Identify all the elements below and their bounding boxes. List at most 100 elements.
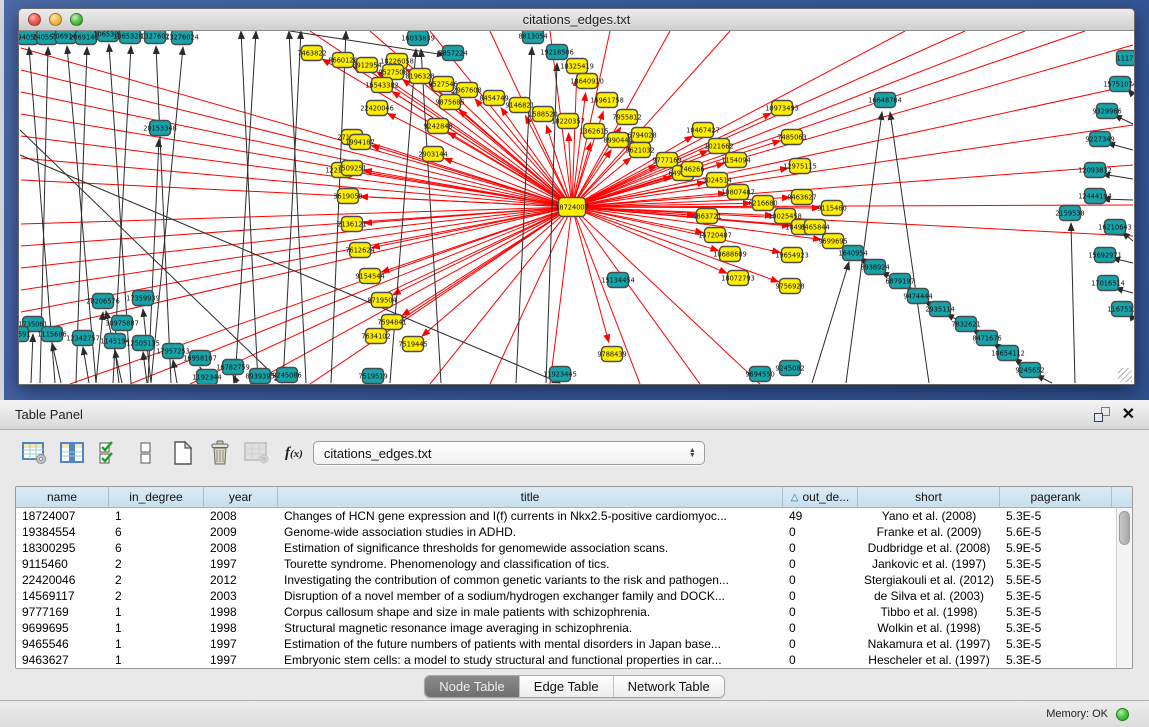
graph-node[interactable]: 7519445 [398,337,427,352]
delete-table-button[interactable] [242,438,272,468]
table-row[interactable]: 911546021997Tourette syndrome. Phenomeno… [16,556,1116,572]
graph-edge[interactable] [1071,223,1075,383]
graph-edge[interactable] [241,31,258,383]
tab-node-table[interactable]: Node Table [425,676,520,697]
table-cell[interactable]: 5.6E-5 [1000,524,1112,540]
graph-node[interactable]: 9694550 [745,367,774,382]
graph-edge[interactable] [572,207,779,282]
graph-edge[interactable] [173,360,177,383]
table-cell[interactable]: 9463627 [16,652,109,668]
table-cell[interactable]: 9777169 [16,604,109,620]
table-cell[interactable]: Disruption of a novel member of a sodium… [278,588,783,604]
column-header-out_de[interactable]: △out_de... [783,487,858,507]
graph-edge[interactable] [113,46,131,383]
graph-node[interactable]: 8471676 [972,331,1001,346]
table-cell[interactable]: 1997 [204,636,278,652]
graph-node[interactable]: 1021662 [704,139,733,154]
graph-edge[interactable] [331,31,346,383]
graph-edge[interactable] [21,207,572,224]
column-header-in_degree[interactable]: in_degree [109,487,204,507]
table-cell[interactable]: 9115460 [16,556,109,572]
table-cell[interactable]: Tourette syndrome. Phenomenology and cla… [278,556,783,572]
table-cell[interactable]: 0 [783,636,858,652]
table-cell[interactable]: 2003 [204,588,278,604]
network-canvas[interactable]: 1940551140557420691402069140610653281065… [19,31,1134,384]
graph-node[interactable]: 7857224 [438,46,467,61]
table-cell[interactable]: Nakamura et al. (1997) [858,636,1000,652]
graph-node[interactable]: 7594841 [377,315,406,330]
graph-node[interactable]: 2136121 [337,217,366,232]
graph-node[interactable]: 8912954 [352,58,381,73]
table-cell[interactable]: 49 [783,508,858,524]
show-columns-button[interactable] [57,438,87,468]
graph-node[interactable]: 12342757 [66,331,100,346]
graph-node[interactable]: 6794028 [627,128,656,143]
graph-node[interactable]: 7634102 [361,329,390,344]
graph-edge[interactable] [235,31,256,383]
table-cell[interactable]: Embryonic stem cells: a model to study s… [278,652,783,668]
graph-node[interactable]: 7612624 [345,243,374,258]
table-row[interactable]: 1456911722003Disruption of a novel membe… [16,588,1116,604]
table-cell[interactable]: 0 [783,572,858,588]
graph-node[interactable]: 9474444 [903,289,932,304]
tab-edge-table[interactable]: Edge Table [520,676,614,697]
graph-node[interactable]: 9621032 [625,143,654,158]
graph-node[interactable]: 15720407 [698,228,732,243]
table-cell[interactable]: 5.3E-5 [1000,588,1112,604]
float-panel-icon[interactable] [1094,407,1110,422]
table-cell[interactable]: Hescheler et al. (1997) [858,652,1000,668]
table-cell[interactable]: 2009 [204,524,278,540]
graph-node[interactable]: 9699695 [818,234,847,249]
table-cell[interactable]: 1997 [204,556,278,572]
table-cell[interactable]: 1 [109,604,204,620]
tab-network-table[interactable]: Network Table [614,676,724,697]
graph-node[interactable]: 1167533 [1107,302,1134,317]
table-mode-button[interactable] [20,438,50,468]
graph-node[interactable]: 9756928 [775,279,804,294]
graph-edge[interactable] [572,85,1133,207]
graph-edge[interactable] [20,155,560,383]
graph-node[interactable]: 15134454 [601,273,635,288]
graph-node[interactable]: 1154094 [721,153,750,168]
graph-node[interactable]: 22420046 [360,101,394,116]
table-cell[interactable]: 0 [783,556,858,572]
table-row[interactable]: 1830029562008Estimation of significance … [16,540,1116,556]
table-cell[interactable]: 9465546 [16,636,109,652]
table-cell[interactable]: Dudbridge et al. (2008) [858,540,1000,556]
graph-node[interactable]: 8454749 [479,91,508,106]
table-cell[interactable]: Changes of HCN gene expression and I(f) … [278,508,783,524]
column-header-name[interactable]: name [16,487,109,507]
table-cell[interactable]: 1998 [204,620,278,636]
graph-edge[interactable] [550,207,572,384]
graph-node[interactable]: 17016514 [1091,276,1125,291]
create-new-column-button[interactable] [168,438,198,468]
graph-edge[interactable] [572,207,700,384]
graph-node[interactable]: 9245082 [775,361,804,376]
graph-node[interactable]: 1192344 [192,370,221,385]
table-cell[interactable]: 2 [109,588,204,604]
graph-node[interactable]: 9115460 [817,201,846,216]
graph-node[interactable]: 9154544 [355,269,384,284]
graph-node[interactable]: 20206576 [86,294,120,309]
column-header-pagerank[interactable]: pagerank [1000,487,1112,507]
graph-edge[interactable] [812,262,849,383]
table-cell[interactable]: 5.3E-5 [1000,620,1112,636]
graph-node[interactable]: 3619058 [333,189,362,204]
graph-node[interactable]: 7519519 [358,369,387,384]
graph-node[interactable]: 16961758 [590,93,624,108]
column-header-year[interactable]: year [204,487,278,507]
graph-node[interactable]: 18724007 [555,198,589,217]
table-cell[interactable]: 5.3E-5 [1000,604,1112,620]
table-cell[interactable]: Wolkin et al. (1998) [858,620,1000,636]
table-cell[interactable]: Corpus callosum shape and size in male p… [278,604,783,620]
graph-node[interactable]: 746266 [679,162,704,177]
graph-node[interactable]: 8465844 [800,220,829,235]
delete-columns-button[interactable] [205,438,235,468]
table-cell[interactable]: 2008 [204,540,278,556]
graph-node[interactable]: 11175 [1117,51,1135,66]
table-cell[interactable]: 1998 [204,604,278,620]
graph-node[interactable]: 9875685 [435,95,464,110]
graph-node[interactable]: 16210643 [1098,220,1132,235]
graph-node[interactable]: 10688609 [713,247,747,262]
graph-node[interactable]: 9788439 [597,347,626,362]
